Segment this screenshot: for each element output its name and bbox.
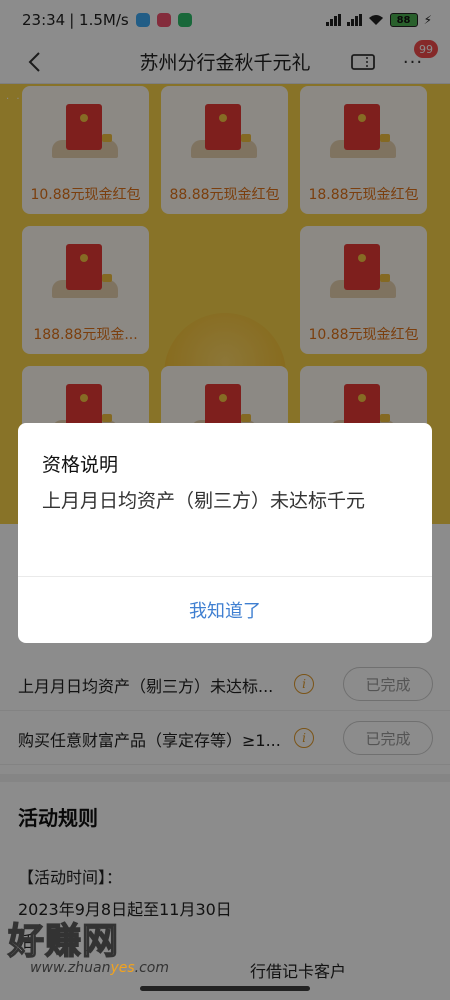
- dialog-confirm-button[interactable]: 我知道了: [18, 577, 432, 643]
- dialog-title: 资格说明: [42, 454, 119, 476]
- eligibility-dialog: 资格说明 上月月日均资产（剔三方）未达标千元 我知道了: [18, 423, 432, 643]
- home-indicator[interactable]: [140, 986, 310, 991]
- dialog-body: 上月月日均资产（剔三方）未达标千元: [42, 490, 366, 512]
